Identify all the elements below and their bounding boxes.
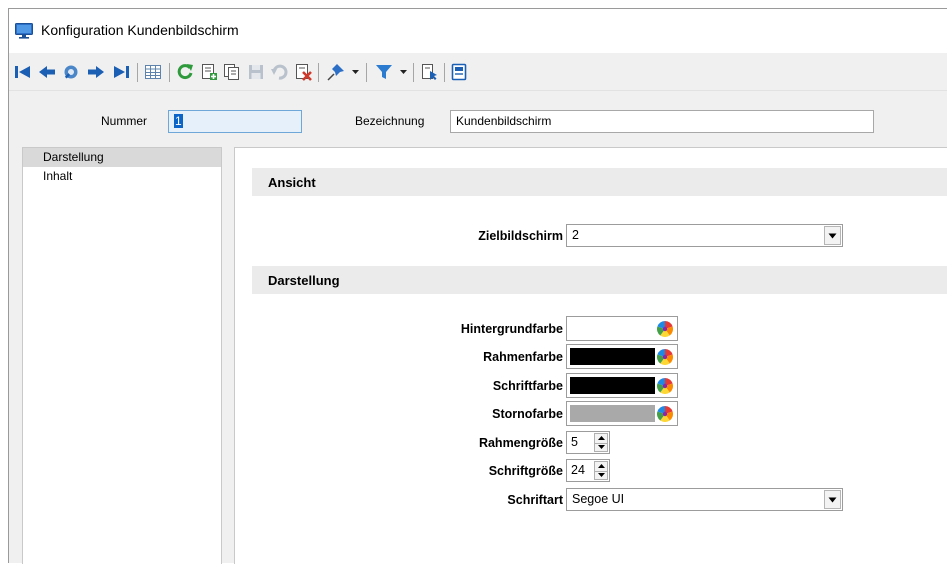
toolbar-separator [366, 63, 367, 82]
stornofarbe-label: Stornofarbe [492, 407, 563, 421]
copy-record-button[interactable] [222, 62, 242, 82]
toolbar-separator [137, 63, 138, 82]
nav-item-darstellung[interactable]: Darstellung [23, 148, 221, 167]
schriftfarbe-label: Schriftfarbe [492, 379, 563, 393]
first-icon [15, 66, 30, 78]
bezeichnung-value: Kundenbildschirm [456, 114, 552, 128]
undo-button[interactable] [269, 62, 289, 82]
monitor-icon [15, 23, 33, 39]
form-icon [451, 63, 467, 81]
undo-icon [271, 64, 288, 80]
nummer-field[interactable]: 1 [168, 110, 302, 133]
stepper-up-button[interactable] [595, 434, 607, 443]
chevron-down-icon [828, 497, 837, 502]
bezeichnung-field[interactable]: Kundenbildschirm [450, 110, 874, 133]
pin-button[interactable] [326, 62, 346, 82]
next-icon [88, 66, 104, 78]
zielbildschirm-dropdown-button[interactable] [824, 226, 841, 245]
section-header-darstellung: Darstellung [252, 266, 947, 294]
nummer-value: 1 [174, 114, 183, 128]
color-swatch [570, 348, 655, 365]
schriftart-value: Segoe UI [572, 492, 625, 506]
stepper-up-button[interactable] [595, 462, 607, 471]
rahmenfarbe-picker[interactable] [566, 344, 678, 369]
settings-panel: Ansicht Zielbildschirm 2 Darstellung Hin… [234, 147, 947, 564]
toolbar-separator [318, 63, 319, 82]
bezeichnung-label: Bezeichnung [355, 114, 425, 128]
form-button[interactable] [449, 62, 469, 82]
toolbar-separator [169, 63, 170, 82]
zielbildschirm-value: 2 [572, 228, 579, 242]
color-wheel-icon[interactable] [657, 321, 673, 337]
schriftart-select[interactable]: Segoe UI [566, 488, 843, 511]
stepper-down-button[interactable] [595, 442, 607, 452]
rahmengroesse-value: 5 [571, 435, 578, 449]
color-swatch [570, 405, 655, 422]
search-icon [64, 65, 78, 79]
zielbildschirm-label: Zielbildschirm [478, 229, 563, 243]
chevron-down-icon[interactable] [351, 67, 360, 76]
nummer-label: Nummer [101, 114, 148, 128]
color-wheel-icon[interactable] [657, 349, 673, 365]
schriftgroesse-label: Schriftgröße [488, 464, 563, 478]
delete-button[interactable] [293, 62, 313, 82]
title-bar: Konfiguration Kundenbildschirm [9, 9, 947, 53]
schriftart-label: Schriftart [507, 493, 563, 507]
color-wheel-icon[interactable] [657, 406, 673, 422]
schriftgroesse-stepper[interactable]: 24 [566, 459, 610, 482]
toolbar [9, 53, 947, 91]
window: Konfiguration Kundenbildschirm Nummer 1 … [8, 8, 947, 564]
save-icon [249, 65, 263, 79]
previous-record-button[interactable] [37, 62, 57, 82]
table-view-button[interactable] [143, 62, 163, 82]
color-swatch [570, 320, 655, 337]
refresh-button[interactable] [175, 62, 195, 82]
chevron-down-icon[interactable] [399, 67, 408, 76]
schriftgroesse-value: 24 [571, 463, 585, 477]
window-title: Konfiguration Kundenbildschirm [41, 22, 239, 38]
color-wheel-icon[interactable] [657, 378, 673, 394]
stornofarbe-picker[interactable] [566, 401, 678, 426]
section-nav: Darstellung Inhalt [22, 147, 222, 564]
export-button[interactable] [419, 62, 439, 82]
nav-item-inhalt[interactable]: Inhalt [23, 167, 221, 186]
chevron-down-icon [597, 473, 605, 478]
rahmenfarbe-label: Rahmenfarbe [483, 350, 563, 364]
last-record-button[interactable] [111, 62, 131, 82]
chevron-down-icon [828, 233, 837, 238]
hintergrundfarbe-picker[interactable] [566, 316, 678, 341]
delete-icon [296, 64, 312, 81]
previous-icon [39, 66, 55, 78]
save-button[interactable] [246, 62, 266, 82]
section-header-ansicht: Ansicht [252, 168, 947, 196]
pin-icon [327, 64, 344, 81]
table-icon [145, 65, 161, 79]
chevron-up-icon [597, 464, 605, 469]
hintergrundfarbe-label: Hintergrundfarbe [460, 322, 563, 336]
export-icon [422, 64, 437, 80]
copy-icon [224, 64, 239, 80]
rahmengroesse-stepper[interactable]: 5 [566, 431, 610, 454]
chevron-up-icon [597, 436, 605, 441]
new-record-button[interactable] [199, 62, 219, 82]
toolbar-separator [444, 63, 445, 82]
zielbildschirm-select[interactable]: 2 [566, 224, 843, 247]
schriftfarbe-picker[interactable] [566, 373, 678, 398]
new-icon [202, 64, 217, 80]
color-swatch [570, 377, 655, 394]
rahmengroesse-label: Rahmengröße [478, 436, 563, 450]
last-icon [114, 66, 129, 78]
refresh-icon [177, 64, 193, 80]
stepper-down-button[interactable] [595, 470, 607, 480]
toolbar-separator [413, 63, 414, 82]
search-record-button[interactable] [61, 62, 81, 82]
filter-icon [376, 65, 392, 79]
stepper-buttons [594, 461, 608, 480]
first-record-button[interactable] [13, 62, 33, 82]
filter-button[interactable] [374, 62, 394, 82]
stepper-buttons [594, 433, 608, 452]
next-record-button[interactable] [86, 62, 106, 82]
chevron-down-icon [597, 445, 605, 450]
schriftart-dropdown-button[interactable] [824, 490, 841, 509]
